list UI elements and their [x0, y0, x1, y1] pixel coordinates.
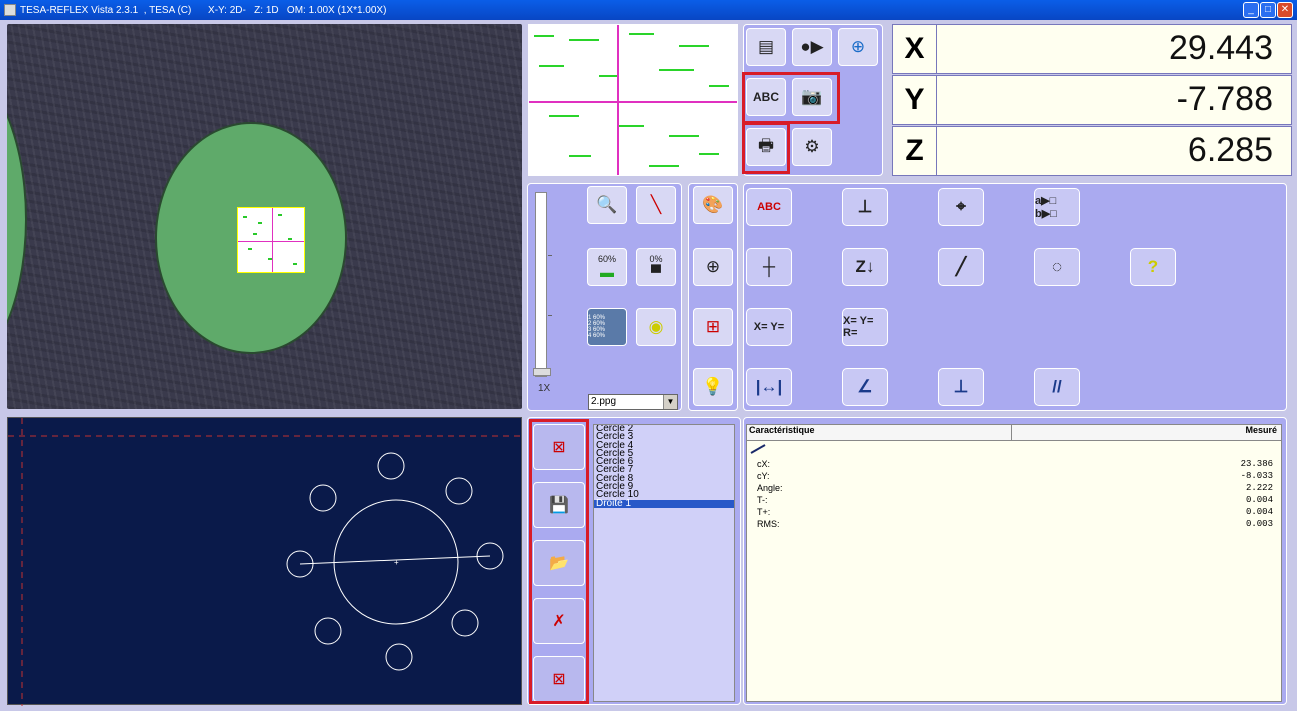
program-file: 2.ppg [591, 396, 617, 407]
color-wheel-icon[interactable]: 🎨 [693, 186, 733, 224]
col-characteristic[interactable]: Caractéristique [747, 425, 1012, 440]
row-value: 0.004 [1245, 495, 1273, 505]
row-label: Angle: [757, 483, 783, 493]
abc-label: ABC [757, 201, 781, 213]
window-title: TESA-REFLEX Vista 2.3.1 , TESA (C) X-Y: … [20, 4, 387, 16]
circle-icon[interactable]: ◌ [1034, 248, 1080, 286]
magnifier-icon[interactable]: 🔍 [587, 186, 627, 224]
load-list-icon[interactable]: 📂 [533, 540, 585, 586]
mini-image-view [528, 24, 738, 176]
datum-b-icon[interactable]: ⊥ [842, 188, 888, 226]
title-bar: TESA-REFLEX Vista 2.3.1 , TESA (C) X-Y: … [0, 0, 1297, 20]
abc-datum-icon[interactable]: ABC [746, 188, 792, 226]
x-value: 29.443 [1169, 29, 1273, 67]
top-light-pct: 60% [597, 254, 616, 264]
z-label: Z [855, 257, 866, 276]
row-value: 23.386 [1240, 459, 1273, 469]
ring-4: 4 60% [588, 333, 606, 339]
coordinate-display: X 29.443 Y -7.788 Z 6.285 [892, 24, 1292, 176]
row-value: -8.033 [1240, 471, 1273, 481]
bottom-light-icon[interactable]: 0% ▀ [636, 248, 676, 286]
maximize-button[interactable]: □ [1260, 2, 1276, 18]
bottom-light-pct: 0% [649, 254, 663, 264]
y-value: -7.788 [1176, 80, 1273, 118]
edge-detect-icon[interactable]: ⊞ [693, 308, 733, 346]
sequence-icon[interactable]: a▶□ b▶□ [1034, 188, 1080, 226]
auto-feature-icon[interactable]: ? [1130, 248, 1176, 286]
z-value: 6.285 [1187, 131, 1273, 169]
light-load-icon[interactable]: 💡 [693, 368, 733, 406]
row-value: 0.004 [1245, 507, 1273, 517]
row-value: 0.003 [1245, 519, 1273, 529]
close-button[interactable]: ✕ [1277, 2, 1293, 18]
chevron-down-icon[interactable]: ▼ [663, 395, 677, 409]
table-row: cY: -8.033 [747, 471, 1281, 483]
feature-list[interactable]: Cercle 2 Cercle 3 Cercle 4 Cercle 5 Cerc… [593, 424, 735, 702]
axis-z-label: Z [893, 127, 937, 175]
camera-view[interactable] [7, 24, 522, 409]
edge-feature [7, 54, 27, 384]
table-row: cX: 23.386 [747, 459, 1281, 471]
results-table: Caractéristique Mesuré cX: 23.386 cY: -8.03… [746, 424, 1282, 702]
row-label: T-: [757, 495, 768, 505]
line-feature-icon [750, 444, 766, 454]
xy-label: X= Y= [753, 321, 785, 333]
zoom-label: 1X [538, 383, 551, 394]
window-layout-icon[interactable]: ▤ [746, 28, 786, 66]
angle-icon[interactable]: ∠ [842, 368, 888, 406]
settings-tools-icon[interactable]: ⚙ [792, 128, 832, 166]
mode-toggle-icon[interactable]: ●▶ [792, 28, 832, 66]
svg-text:+: + [394, 558, 399, 567]
region-of-interest[interactable] [237, 207, 305, 273]
construct-point-icon[interactable]: X= Y= [746, 308, 792, 346]
distance-icon[interactable]: |↔| [746, 368, 792, 406]
point-icon[interactable]: ┼ [746, 248, 792, 286]
feature-graphic: + [8, 418, 523, 706]
coax-light-icon[interactable]: ◉ [636, 308, 676, 346]
measurement-toolbar [743, 183, 1287, 411]
row-value: 2.222 [1245, 483, 1273, 493]
program-select[interactable]: 2.ppg ▼ [588, 394, 678, 410]
axis-y-label: Y [893, 76, 937, 124]
sequence-label: a▶□ b▶□ [1035, 195, 1057, 220]
row-label: cX: [757, 459, 771, 469]
minimize-button[interactable]: _ [1243, 2, 1259, 18]
camera-icon[interactable]: 📷 [792, 78, 832, 116]
ring-light-icon[interactable]: 1 60% 2 60% 3 60% 4 60% [587, 308, 627, 346]
row-label: T+: [757, 507, 771, 517]
abc-grid-icon[interactable]: ABC [746, 78, 786, 116]
construct-circle-icon[interactable]: X= Y= R= [842, 308, 888, 346]
table-row: T-: 0.004 [747, 495, 1281, 507]
list-item-selected[interactable]: Droite 1 [594, 498, 734, 508]
col-measured[interactable]: Mesuré [1012, 425, 1281, 440]
zoom-slider[interactable] [533, 192, 551, 377]
graphic-view[interactable]: + [7, 417, 523, 706]
probe-icon[interactable]: ╲ [636, 186, 676, 224]
datum-c-icon[interactable]: ⌖ [938, 188, 984, 226]
parallel-icon[interactable]: // [1034, 368, 1080, 406]
clear-all-icon[interactable]: ⊠ [533, 656, 585, 702]
perpendicular-icon[interactable]: ⊥ [938, 368, 984, 406]
table-row: T+: 0.004 [747, 507, 1281, 519]
table-row: Angle: 2.222 [747, 483, 1281, 495]
target-icon[interactable]: ⊕ [838, 28, 878, 66]
app-icon [4, 4, 16, 16]
axis-x-label: X [893, 25, 937, 73]
crosshair-icon[interactable]: ⊕ [693, 248, 733, 286]
row-label: RMS: [757, 519, 780, 529]
delete-file-icon[interactable]: ✗ [533, 598, 585, 644]
top-light-icon[interactable]: 60% ▬ [587, 248, 627, 286]
print-icon[interactable]: 🖶 [746, 128, 786, 166]
row-label: cY: [757, 471, 770, 481]
line-icon[interactable]: ╱ [938, 248, 984, 286]
xyr-label: X= Y= R= [843, 315, 874, 339]
z-point-icon[interactable]: Z ↓ [842, 248, 888, 286]
delete-measure-icon[interactable]: ⊠ [533, 424, 585, 470]
save-list-icon[interactable]: 💾 [533, 482, 585, 528]
table-row: RMS: 0.003 [747, 519, 1281, 531]
